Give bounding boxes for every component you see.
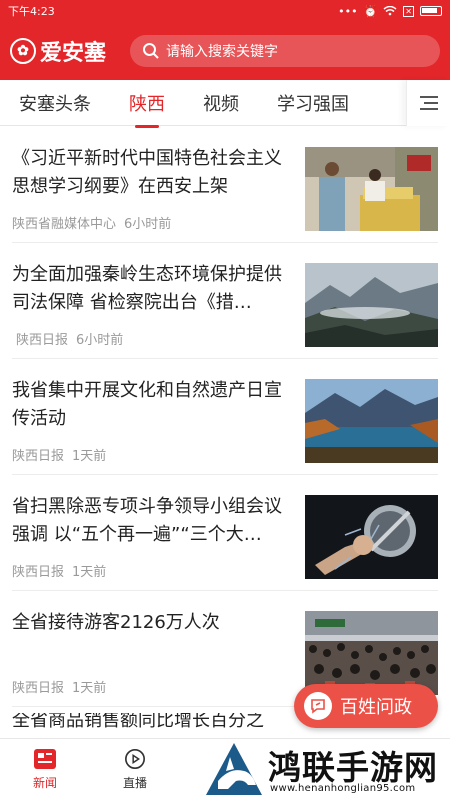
watermark: 鸿联手游网 www.henanhonglian95.com [202, 739, 450, 800]
news-time: 6小时前 [124, 217, 172, 232]
watermark-url: www.henanhonglian95.com [270, 783, 416, 794]
menu-icon [419, 96, 438, 98]
app-header: 下午4:23 ••• ⏰ ✕ ✿ 爱安塞 请输入搜索关键字 [0, 0, 450, 80]
news-title: 省扫黑除恶专项斗争领导小组会议强调 以“五个再一遍”“三个大… [12, 496, 282, 545]
fist-photo [305, 495, 438, 579]
app-bar: ✿ 爱安塞 请输入搜索关键字 [0, 22, 450, 80]
play-circle-icon [125, 749, 145, 769]
news-item[interactable]: 《习近平新时代中国特色社会主义思想学习纲要》在西安上架 陕西省融媒体中心 6小时前 [12, 127, 438, 243]
news-title: 为全面加强秦岭生态环境保护提供司法保障 省检察院出台《措… [12, 264, 282, 313]
search-icon [143, 43, 159, 59]
news-meta: 陕西日报 1天前 [12, 445, 106, 464]
news-item[interactable]: 为全面加强秦岭生态环境保护提供司法保障 省检察院出台《措… 陕西日报 6小时前 [12, 243, 438, 359]
news-item[interactable]: 我省集中开展文化和自然遗产日宣传活动 陕西日报 1天前 [12, 359, 438, 475]
status-time: 下午4:23 [8, 5, 55, 18]
search-placeholder: 请输入搜索关键字 [166, 44, 278, 60]
news-time: 1天前 [72, 565, 107, 580]
nav-live[interactable]: 直播 [90, 739, 180, 800]
app-name: 爱安塞 [40, 40, 107, 66]
dots-icon: ••• [338, 4, 358, 18]
news-source: 陕西日报 [16, 333, 69, 348]
news-time: 6小时前 [76, 333, 124, 348]
news-meta: 陕西日报 1天前 [12, 561, 106, 580]
news-source: 陕西日报 [12, 449, 65, 464]
public-inquiry-button[interactable]: 百姓问政 [294, 684, 438, 728]
bookstore-photo [305, 147, 438, 231]
news-title: 我省集中开展文化和自然遗产日宣传活动 [12, 380, 282, 429]
news-source: 陕西省融媒体中心 [12, 217, 117, 232]
tab-ansai-headlines[interactable]: 安塞头条 [19, 90, 91, 116]
channel-tabs: 安塞头条 陕西 视频 学习强国 [0, 80, 450, 128]
sim-icon: ✕ [403, 5, 414, 17]
chat-edit-icon [304, 692, 332, 720]
search-input[interactable]: 请输入搜索关键字 [130, 35, 440, 67]
news-title: 全省接待游客2126万人次 [12, 612, 220, 633]
nav-live-label: 直播 [122, 776, 147, 790]
fab-label: 百姓问政 [340, 697, 412, 718]
app-logo: ✿ 爱安塞 [10, 35, 130, 67]
status-icons: ••• ⏰ ✕ [338, 5, 442, 18]
news-source: 陕西日报 [12, 681, 65, 696]
wifi-icon [383, 6, 397, 16]
news-item[interactable]: 省扫黑除恶专项斗争领导小组会议强调 以“五个再一遍”“三个大… 陕西日报 1天前 [12, 475, 438, 591]
channel-menu-button[interactable] [406, 80, 450, 126]
news-icon [34, 749, 56, 769]
watermark-logo [206, 743, 262, 795]
news-source: 陕西日报 [12, 565, 65, 580]
mountain-photo [305, 263, 438, 347]
news-title: 全省商品销售额同比增长百分之 [12, 713, 264, 731]
status-bar: 下午4:23 ••• ⏰ ✕ [0, 0, 450, 22]
tab-xuexi-qiangguo[interactable]: 学习强国 [277, 90, 349, 116]
news-meta: 陕西日报 1天前 [12, 677, 106, 696]
nav-news[interactable]: 新闻 [0, 739, 90, 800]
news-time: 1天前 [72, 449, 107, 464]
tab-video[interactable]: 视频 [203, 90, 239, 116]
news-meta: 陕西省融媒体中心 6小时前 [12, 213, 171, 232]
news-time: 1天前 [72, 681, 107, 696]
crowd-photo [305, 611, 438, 695]
lake-photo [305, 379, 438, 463]
nav-news-label: 新闻 [32, 776, 57, 790]
news-feed: 《习近平新时代中国特色社会主义思想学习纲要》在西安上架 陕西省融媒体中心 6小时前… [0, 127, 450, 707]
tab-shaanxi[interactable]: 陕西 [129, 90, 165, 128]
news-meta: 陕西日报 6小时前 [16, 329, 123, 348]
logo-mark-icon: ✿ [10, 38, 36, 64]
watermark-name: 鸿联手游网 [268, 748, 438, 787]
news-title: 《习近平新时代中国特色社会主义思想学习纲要》在西安上架 [12, 148, 282, 197]
alarm-icon: ⏰ [363, 4, 378, 18]
news-item-partial[interactable]: 全省商品销售额同比增长百分之 [12, 713, 302, 735]
battery-icon [420, 6, 442, 16]
